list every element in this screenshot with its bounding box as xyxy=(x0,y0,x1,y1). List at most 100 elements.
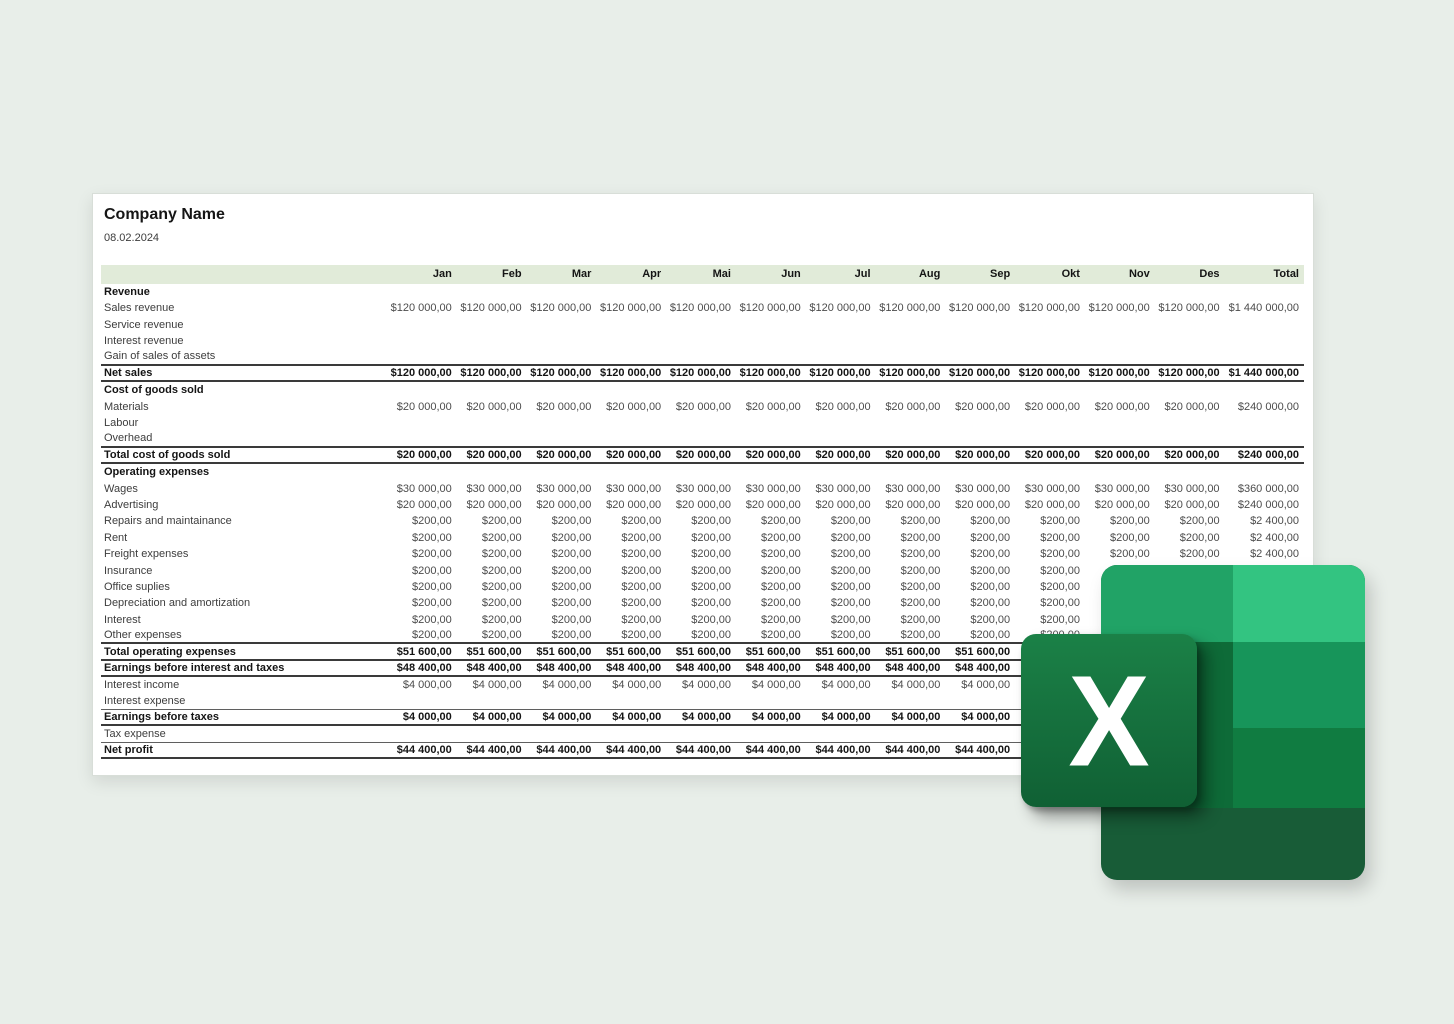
cell-value[interactable]: $20 000,00 xyxy=(736,401,806,413)
cell-value[interactable]: $200,00 xyxy=(596,581,666,593)
month-header[interactable]: Mai xyxy=(666,268,736,280)
month-header[interactable]: Jan xyxy=(387,268,457,280)
cell-value[interactable]: $200,00 xyxy=(387,581,457,593)
row-label[interactable]: Interest expense xyxy=(101,695,387,707)
row-label[interactable]: Gain of sales of assets xyxy=(101,350,387,362)
cell-value[interactable]: $200,00 xyxy=(457,597,527,609)
cell-value[interactable]: $200,00 xyxy=(1015,597,1085,609)
cell-value[interactable]: $200,00 xyxy=(457,532,527,544)
cell-value[interactable]: $200,00 xyxy=(527,629,597,641)
row-label[interactable]: Earnings before interest and taxes xyxy=(101,662,387,674)
cell-value[interactable]: $120 000,00 xyxy=(457,367,527,379)
row-label[interactable]: Freight expenses xyxy=(101,548,387,560)
cell-value[interactable]: $200,00 xyxy=(1015,532,1085,544)
month-header[interactable]: Jun xyxy=(736,268,806,280)
row-label[interactable]: Wages xyxy=(101,483,387,495)
cell-value[interactable]: $200,00 xyxy=(945,515,1015,527)
month-header[interactable]: Sep xyxy=(945,268,1015,280)
cell-value[interactable]: $44 400,00 xyxy=(457,744,527,756)
cell-value[interactable]: $200,00 xyxy=(1085,548,1155,560)
cell-value[interactable]: $200,00 xyxy=(806,548,876,560)
cell-value[interactable]: $200,00 xyxy=(806,565,876,577)
cell-value[interactable]: $20 000,00 xyxy=(457,449,527,461)
cell-value[interactable]: $30 000,00 xyxy=(1015,483,1085,495)
month-header[interactable]: Feb xyxy=(457,268,527,280)
cell-value[interactable]: $20 000,00 xyxy=(596,401,666,413)
cell-value[interactable]: $30 000,00 xyxy=(1155,483,1225,495)
cell-value[interactable]: $200,00 xyxy=(527,565,597,577)
cell-value[interactable]: $20 000,00 xyxy=(387,449,457,461)
cell-value[interactable]: $20 000,00 xyxy=(387,499,457,511)
cell-value[interactable]: $20 000,00 xyxy=(1015,449,1085,461)
cell-value[interactable]: $4 000,00 xyxy=(876,679,946,691)
cell-value[interactable]: $120 000,00 xyxy=(1155,367,1225,379)
cell-value[interactable]: $4 000,00 xyxy=(666,679,736,691)
cell-value[interactable]: $48 400,00 xyxy=(945,662,1015,674)
cell-value[interactable]: $200,00 xyxy=(1155,548,1225,560)
cell-value[interactable]: $30 000,00 xyxy=(736,483,806,495)
cell-value[interactable]: $20 000,00 xyxy=(1155,499,1225,511)
cell-value[interactable]: $20 000,00 xyxy=(736,499,806,511)
cell-value[interactable]: $20 000,00 xyxy=(387,401,457,413)
cell-value[interactable]: $200,00 xyxy=(596,614,666,626)
cell-value[interactable]: $200,00 xyxy=(666,581,736,593)
cell-value[interactable]: $20 000,00 xyxy=(457,499,527,511)
cell-value[interactable]: $120 000,00 xyxy=(1085,367,1155,379)
cell-value[interactable]: $120 000,00 xyxy=(806,302,876,314)
cell-value[interactable]: $200,00 xyxy=(666,548,736,560)
cell-value[interactable]: $200,00 xyxy=(876,597,946,609)
month-header[interactable]: Nov xyxy=(1085,268,1155,280)
cell-value[interactable]: $120 000,00 xyxy=(387,367,457,379)
cell-value[interactable]: $20 000,00 xyxy=(806,499,876,511)
cell-value[interactable]: $4 000,00 xyxy=(457,679,527,691)
row-label[interactable]: Rent xyxy=(101,532,387,544)
cell-value[interactable]: $20 000,00 xyxy=(1155,449,1225,461)
cell-value[interactable]: $200,00 xyxy=(945,548,1015,560)
cell-value[interactable]: $30 000,00 xyxy=(806,483,876,495)
cell-value[interactable]: $120 000,00 xyxy=(457,302,527,314)
cell-value[interactable]: $200,00 xyxy=(876,565,946,577)
cell-value[interactable]: $20 000,00 xyxy=(1085,499,1155,511)
cell-value[interactable]: $200,00 xyxy=(1085,532,1155,544)
row-label[interactable]: Insurance xyxy=(101,565,387,577)
cell-value[interactable]: $30 000,00 xyxy=(666,483,736,495)
cell-value[interactable]: $20 000,00 xyxy=(666,401,736,413)
cell-value[interactable]: $120 000,00 xyxy=(1085,302,1155,314)
cell-value[interactable]: $120 000,00 xyxy=(1015,367,1085,379)
cell-value[interactable]: $200,00 xyxy=(527,532,597,544)
cell-value[interactable]: $200,00 xyxy=(527,614,597,626)
month-header[interactable]: Aug xyxy=(876,268,946,280)
cell-value[interactable]: $200,00 xyxy=(666,614,736,626)
cell-value[interactable]: $44 400,00 xyxy=(527,744,597,756)
cell-value[interactable]: $4 000,00 xyxy=(736,679,806,691)
cell-value[interactable]: $200,00 xyxy=(945,581,1015,593)
cell-value[interactable]: $200,00 xyxy=(1155,515,1225,527)
row-label[interactable]: Tax expense xyxy=(101,728,387,740)
cell-value[interactable]: $200,00 xyxy=(945,629,1015,641)
cell-value[interactable]: $200,00 xyxy=(806,614,876,626)
cell-value[interactable]: $120 000,00 xyxy=(1015,302,1085,314)
cell-value[interactable]: $44 400,00 xyxy=(387,744,457,756)
cell-value[interactable]: $200,00 xyxy=(876,515,946,527)
cell-value[interactable]: $20 000,00 xyxy=(1015,401,1085,413)
cell-value[interactable]: $200,00 xyxy=(945,614,1015,626)
month-header[interactable]: Jul xyxy=(806,268,876,280)
row-label[interactable]: Interest revenue xyxy=(101,335,387,347)
cell-value[interactable]: $51 600,00 xyxy=(527,646,597,658)
cell-value[interactable]: $200,00 xyxy=(736,515,806,527)
cell-value[interactable]: $200,00 xyxy=(527,581,597,593)
cell-value[interactable]: $200,00 xyxy=(457,629,527,641)
cell-value[interactable]: $200,00 xyxy=(1015,548,1085,560)
cell-value[interactable]: $200,00 xyxy=(806,597,876,609)
cell-value[interactable]: $200,00 xyxy=(387,629,457,641)
cell-value[interactable]: $200,00 xyxy=(596,629,666,641)
cell-value[interactable]: $200,00 xyxy=(945,597,1015,609)
cell-value[interactable]: $200,00 xyxy=(1085,515,1155,527)
cell-value[interactable]: $200,00 xyxy=(387,565,457,577)
cell-value[interactable]: $200,00 xyxy=(457,548,527,560)
cell-value[interactable]: $4 000,00 xyxy=(596,711,666,723)
cell-value[interactable]: $200,00 xyxy=(806,629,876,641)
cell-value[interactable]: $20 000,00 xyxy=(527,449,597,461)
cell-value[interactable]: $30 000,00 xyxy=(387,483,457,495)
cell-value[interactable]: $120 000,00 xyxy=(596,367,666,379)
